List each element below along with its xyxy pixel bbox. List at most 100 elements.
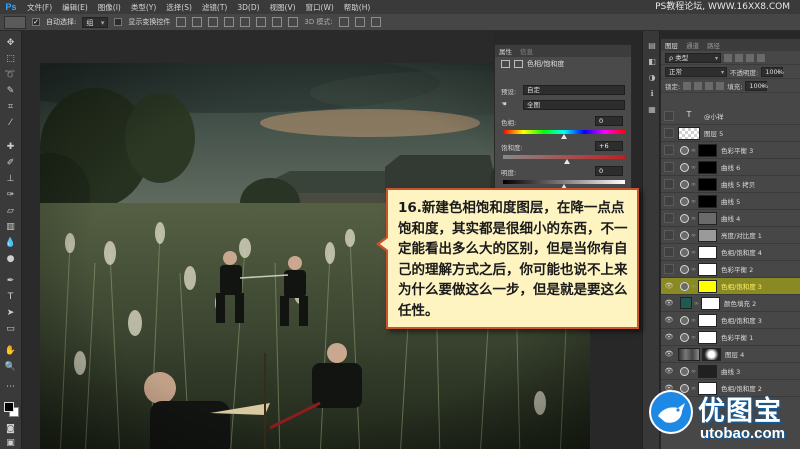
visibility-toggle[interactable] <box>664 179 674 189</box>
tool-preset-picker[interactable] <box>4 15 26 29</box>
layer-name[interactable]: 曲线 4 <box>721 213 740 223</box>
rotate-3d-icon[interactable] <box>338 17 349 27</box>
blend-mode-dropdown[interactable]: 正常 <box>665 66 727 77</box>
layer-mask-thumbnail[interactable] <box>698 194 717 208</box>
eye-visibility-icon[interactable]: 👁 <box>664 315 674 325</box>
marquee-tool-icon[interactable]: ⬚ <box>3 53 18 65</box>
adjustment-layer-icon[interactable] <box>680 315 689 325</box>
distribute-horizontal-icon[interactable] <box>288 17 299 27</box>
layer-mask-thumbnail[interactable] <box>698 262 717 276</box>
filter-type-icon[interactable] <box>746 53 754 62</box>
menu-type[interactable]: 类型(Y) <box>126 2 161 13</box>
hand-tool-icon[interactable]: ✋ <box>3 345 18 357</box>
roll-3d-icon[interactable] <box>354 17 365 27</box>
layer-mask-thumbnail[interactable] <box>698 279 717 293</box>
filter-shape-icon[interactable] <box>757 53 765 62</box>
align-top-icon[interactable] <box>176 17 187 27</box>
type-tool-icon[interactable]: T <box>3 291 18 303</box>
tab-channels[interactable]: 通道 <box>686 40 699 50</box>
lightness-value-field[interactable]: 0 <box>595 166 623 176</box>
link-icon[interactable]: ∞ <box>691 266 696 273</box>
link-icon[interactable]: ∞ <box>691 198 696 205</box>
link-icon[interactable]: ∞ <box>691 317 696 324</box>
history-brush-tool-icon[interactable]: ✑ <box>3 189 18 201</box>
layer-row[interactable]: ∞ 曲线 5 拷贝 <box>661 176 800 193</box>
adjustment-layer-icon[interactable] <box>680 247 689 257</box>
foreground-color-swatch[interactable] <box>4 402 14 412</box>
pan-3d-icon[interactable] <box>370 17 381 27</box>
layer-row[interactable]: ∞ 曲线 5 <box>661 193 800 210</box>
layer-name[interactable]: 色相/饱和度 3 <box>721 281 762 291</box>
layer-name[interactable]: 色彩平衡 3 <box>721 145 753 155</box>
eye-visibility-icon[interactable]: 👁 <box>664 349 674 359</box>
dodge-tool-icon[interactable]: ● <box>3 253 18 265</box>
edit-toolbar-icon[interactable]: ⋯ <box>3 381 18 393</box>
layer-name[interactable]: 曲线 5 <box>721 196 740 206</box>
layer-mask-thumbnail[interactable] <box>698 211 717 225</box>
adjustment-layer-icon[interactable] <box>680 213 689 223</box>
visibility-toggle[interactable] <box>664 162 674 172</box>
menu-3d[interactable]: 3D(D) <box>232 3 264 12</box>
layer-thumbnail[interactable] <box>678 126 700 140</box>
adjustment-layer-icon[interactable] <box>680 162 689 172</box>
layer-name[interactable]: 颜色填充 2 <box>724 298 756 308</box>
screen-mode-icon[interactable]: ▣ <box>3 437 18 449</box>
layer-mask-thumbnail[interactable] <box>698 364 717 378</box>
visibility-toggle[interactable] <box>664 264 674 274</box>
filter-adjustment-icon[interactable] <box>735 53 743 62</box>
fill-field[interactable]: 100% <box>745 80 768 91</box>
layer-mask-thumbnail[interactable] <box>701 296 720 310</box>
layer-mask-thumbnail[interactable] <box>698 228 717 242</box>
eye-visibility-icon[interactable]: 👁 <box>664 281 674 291</box>
layer-name[interactable]: 色彩平衡 1 <box>721 332 753 342</box>
fill-swatch-icon[interactable] <box>680 297 692 309</box>
layer-mask-thumbnail[interactable] <box>698 313 717 327</box>
layer-row[interactable]: 👁 图层 4 <box>661 346 800 363</box>
layer-row[interactable]: ∞ 色相/饱和度 4 <box>661 244 800 261</box>
layer-mask-thumbnail[interactable] <box>698 143 717 157</box>
blur-tool-icon[interactable]: 💧 <box>3 237 18 249</box>
eraser-tool-icon[interactable]: ▱ <box>3 205 18 217</box>
menu-select[interactable]: 选择(S) <box>161 2 197 13</box>
layer-mask-thumbnail[interactable] <box>698 330 717 344</box>
visibility-toggle[interactable] <box>664 128 674 138</box>
layer-row[interactable]: ∞ 曲线 4 <box>661 210 800 227</box>
align-middle-icon[interactable] <box>192 17 203 27</box>
tab-paths[interactable]: 路径 <box>707 40 720 50</box>
layer-filter-dropdown[interactable]: ρ 类型 <box>665 52 721 63</box>
link-icon[interactable]: ∞ <box>691 147 696 154</box>
quick-select-tool-icon[interactable]: ✎ <box>3 85 18 97</box>
layer-mask-icon[interactable] <box>514 60 523 68</box>
eye-visibility-icon[interactable]: 👁 <box>664 332 674 342</box>
layer-row[interactable]: 👁 ∞ 曲线 3 <box>661 363 800 380</box>
adjustments-panel-icon[interactable]: ◑ <box>647 73 657 82</box>
adjustment-layer-icon[interactable] <box>680 264 689 274</box>
link-icon[interactable]: ∞ <box>691 164 696 171</box>
align-center-icon[interactable] <box>240 17 251 27</box>
layer-thumbnail[interactable] <box>678 347 700 361</box>
visibility-toggle[interactable] <box>664 196 674 206</box>
healing-brush-tool-icon[interactable]: ✚ <box>3 141 18 153</box>
adjustment-layer-icon[interactable] <box>680 366 689 376</box>
layer-name[interactable]: 曲线 6 <box>721 162 740 172</box>
lasso-tool-icon[interactable]: ➰ <box>3 69 18 81</box>
link-icon[interactable]: ∞ <box>691 283 696 290</box>
auto-select-checkbox[interactable]: ✓ <box>32 18 40 26</box>
lock-transparent-icon[interactable] <box>683 81 692 90</box>
layer-name[interactable]: 图层 4 <box>725 349 744 359</box>
layer-name[interactable]: 亮度/对比度 1 <box>721 230 762 240</box>
gradient-tool-icon[interactable]: ▥ <box>3 221 18 233</box>
saturation-value-field[interactable]: +6 <box>595 141 623 151</box>
eyedropper-tool-icon[interactable]: ⁄ <box>3 117 18 129</box>
layer-row[interactable]: ∞ 色彩平衡 3 <box>661 142 800 159</box>
filter-pixel-icon[interactable] <box>724 53 732 62</box>
menu-help[interactable]: 帮助(H) <box>339 2 376 13</box>
swatches-panel-icon[interactable]: ▦ <box>647 105 657 114</box>
link-icon[interactable]: ∞ <box>691 334 696 341</box>
layer-name[interactable]: 曲线 5 拷贝 <box>721 179 755 189</box>
link-icon[interactable]: ∞ <box>694 300 699 307</box>
layer-row[interactable]: 👁 ∞ 色彩平衡 1 <box>661 329 800 346</box>
crop-tool-icon[interactable]: ⌗ <box>3 101 18 113</box>
layer-mask-thumbnail[interactable] <box>702 347 721 361</box>
layer-name[interactable]: 色相/饱和度 3 <box>721 315 762 325</box>
